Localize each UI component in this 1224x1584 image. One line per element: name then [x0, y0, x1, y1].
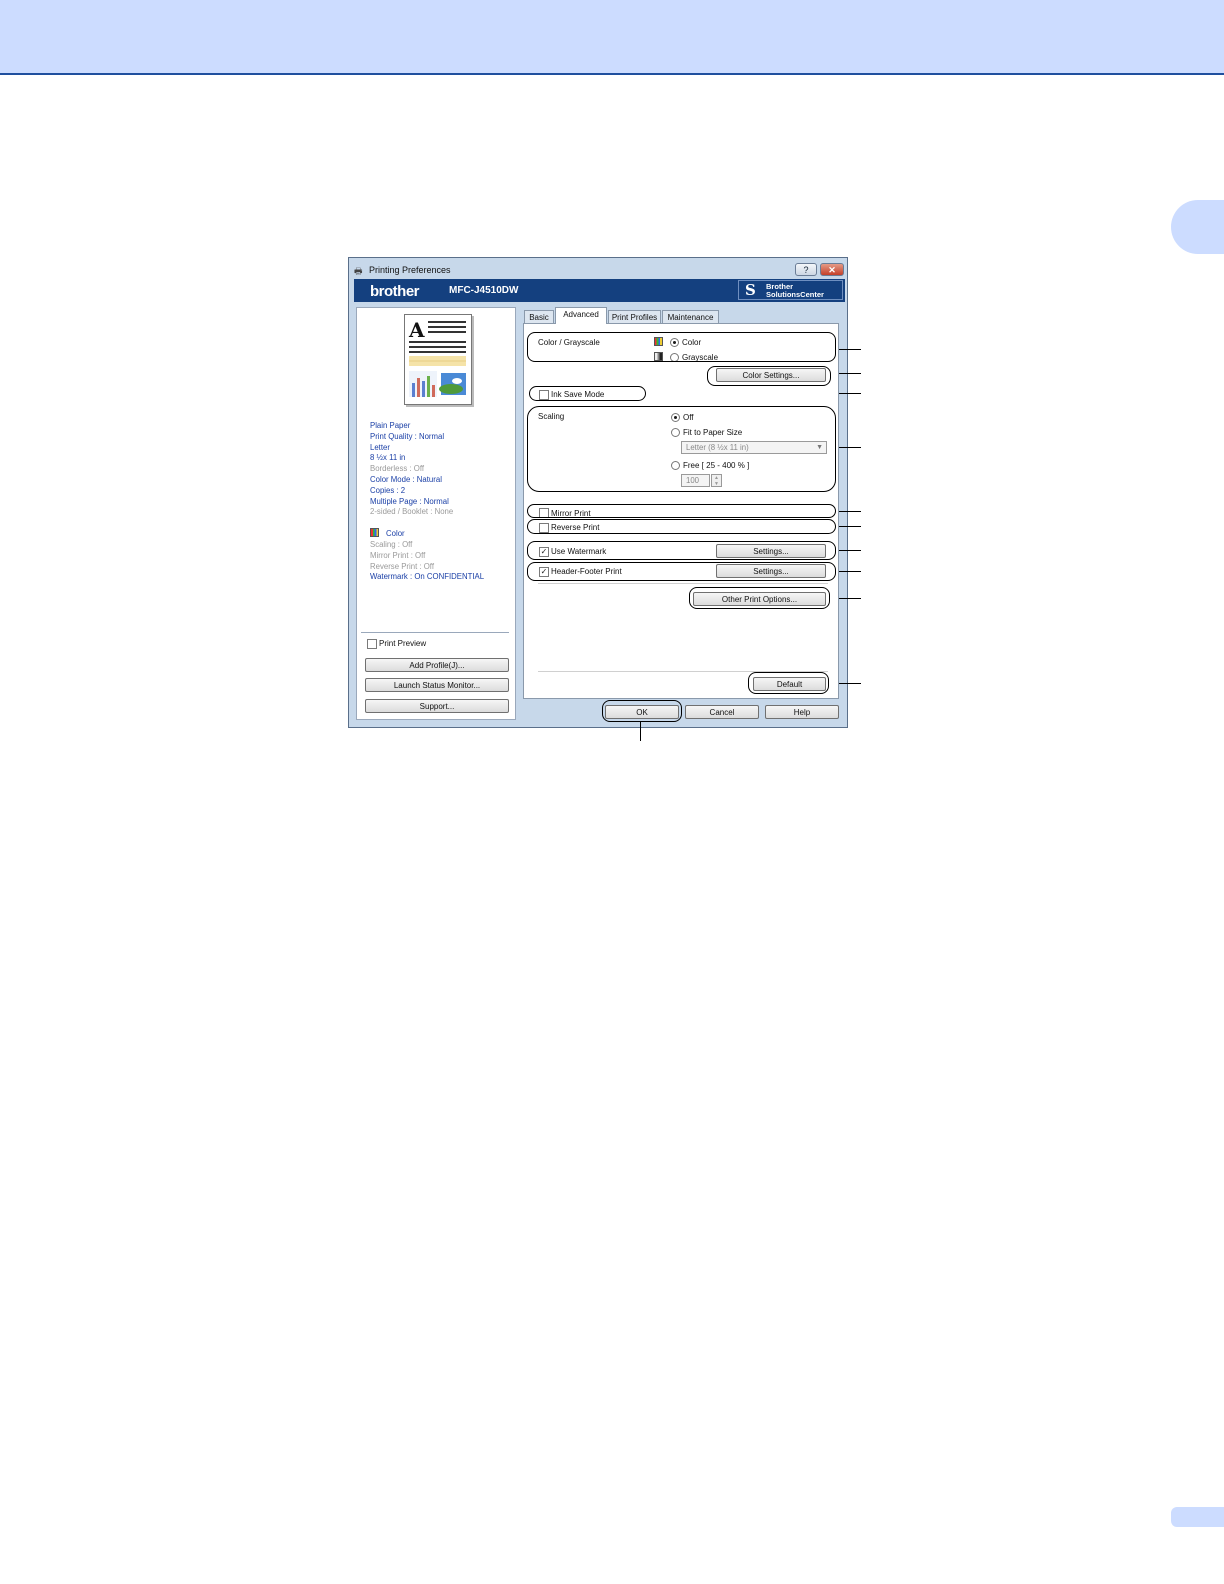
summary-line: 2-sided / Booklet : None: [370, 507, 454, 517]
left-pane-divider: [361, 632, 509, 633]
summary-line: Plain Paper: [370, 421, 411, 430]
svg-text:A: A: [408, 318, 425, 342]
fit-to-paper-label: Fit to Paper Size: [683, 428, 743, 437]
cancel-button[interactable]: Cancel: [685, 705, 759, 719]
help-title-button[interactable]: ?: [795, 263, 817, 276]
chevron-down-icon: ▼: [816, 444, 823, 451]
grayscale-radio[interactable]: [670, 353, 679, 362]
page-header-band: [0, 0, 1224, 75]
callout-line-5: [836, 511, 861, 512]
ok-button[interactable]: OK: [605, 705, 679, 719]
default-button[interactable]: Default: [753, 677, 826, 691]
callout-line-ok: [640, 722, 641, 741]
print-preview-label: Print Preview: [379, 639, 427, 648]
fit-to-paper-radio[interactable]: [671, 428, 680, 437]
solutions-center-icon: S: [745, 281, 756, 299]
brother-logo: brother: [370, 283, 420, 300]
free-scaling-input[interactable]: 100: [681, 474, 710, 487]
free-scaling-value: 100: [686, 476, 700, 485]
summary-line: Letter: [370, 442, 390, 452]
header-footer-settings-button[interactable]: Settings...: [716, 564, 826, 578]
callout-line-6: [836, 526, 861, 527]
header-footer-label: Header-Footer Print: [551, 567, 622, 576]
free-scaling-label: Free [ 25 - 400 % ]: [683, 461, 750, 470]
summary-color-label: Color: [386, 529, 405, 538]
color-radio[interactable]: [670, 338, 679, 347]
header-footer-checkbox[interactable]: ✓: [539, 567, 549, 577]
model-name: MFC-J4510DW: [449, 285, 519, 296]
grayscale-icon: [654, 352, 663, 361]
bottom-divider: [538, 671, 828, 672]
color-icon: [654, 337, 663, 346]
page-preview-thumbnail: A: [404, 314, 472, 405]
summary-line: Scaling : Off: [370, 540, 413, 549]
paper-size-dropdown[interactable]: Letter (8 ½x 11 in) ▼: [681, 441, 827, 454]
use-watermark-checkbox[interactable]: ✓: [539, 547, 549, 557]
tab-maintenance[interactable]: Maintenance: [662, 310, 719, 323]
tab-basic[interactable]: Basic: [524, 310, 554, 323]
brother-banner: brother MFC-J4510DW S Brother SolutionsC…: [354, 279, 845, 302]
grayscale-option-label: Grayscale: [682, 353, 719, 362]
support-button[interactable]: Support...: [365, 699, 509, 713]
reverse-print-label: Reverse Print: [551, 523, 600, 532]
mirror-print-label: Mirror Print: [551, 509, 591, 518]
scaling-label: Scaling: [538, 412, 565, 421]
add-profile-button[interactable]: Add Profile(J)...: [365, 658, 509, 672]
scaling-off-label: Off: [683, 413, 694, 422]
launch-status-monitor-button[interactable]: Launch Status Monitor...: [365, 678, 509, 692]
summary-line: Borderless : Off: [370, 464, 425, 474]
tab-advanced[interactable]: Advanced: [555, 307, 607, 324]
watermark-settings-button[interactable]: Settings...: [716, 544, 826, 558]
summary-line: Copies : 2: [370, 485, 406, 495]
use-watermark-label: Use Watermark: [551, 547, 607, 556]
help-button[interactable]: Help: [765, 705, 839, 719]
printing-preferences-dialog: 🖶 Printing Preferences ? ✕ brother MFC-J…: [348, 257, 848, 728]
callout-line-4: [836, 447, 861, 448]
page-number-tab: [1171, 1507, 1224, 1527]
paper-size-value: Letter (8 ½x 11 in): [686, 443, 749, 452]
printer-icon: 🖶: [354, 266, 363, 276]
color-mode-icon: [370, 528, 379, 537]
color-option-label: Color: [682, 338, 702, 347]
ink-save-mode-checkbox[interactable]: [539, 390, 549, 400]
callout-line-8: [836, 571, 861, 572]
advanced-tab-panel: Color / Grayscale Color Grayscale Color …: [523, 323, 839, 699]
ink-save-mode-label: Ink Save Mode: [551, 390, 605, 399]
solutions-center-line2: SolutionsCenter: [766, 290, 824, 299]
summary-line: Multiple Page : Normal: [370, 496, 449, 506]
color-grayscale-label: Color / Grayscale: [538, 338, 600, 347]
summary-line: Mirror Print : Off: [370, 550, 426, 560]
section-divider: [538, 583, 828, 584]
title-bar: 🖶 Printing Preferences ? ✕: [349, 258, 847, 278]
tab-print-profiles[interactable]: Print Profiles: [608, 310, 661, 323]
summary-line: Reverse Print : Off: [370, 561, 434, 571]
summary-line: 8 ½x 11 in: [370, 453, 406, 463]
reverse-print-checkbox[interactable]: [539, 523, 549, 533]
dialog-title: Printing Preferences: [369, 265, 451, 275]
close-button[interactable]: ✕: [820, 263, 844, 276]
solutions-center-link[interactable]: S Brother SolutionsCenter: [738, 280, 843, 300]
summary-line: Print Quality : Normal: [370, 431, 445, 441]
page-preview-icon: A: [408, 318, 466, 397]
free-scaling-spinner[interactable]: ▲ ▼: [711, 474, 722, 487]
summary-line: Color Mode : Natural: [370, 475, 442, 484]
other-print-options-button[interactable]: Other Print Options...: [693, 592, 826, 606]
print-preview-checkbox[interactable]: [367, 639, 377, 649]
settings-summary-pane: A Plain Paper Print Quality : Normal Let…: [356, 307, 516, 720]
mirror-print-checkbox[interactable]: [539, 508, 549, 518]
free-scaling-radio[interactable]: [671, 461, 680, 470]
summary-line: Watermark : On CONFIDENTIAL: [370, 572, 485, 582]
callout-line-1: [836, 349, 861, 350]
callout-line-7: [836, 550, 861, 551]
color-settings-button[interactable]: Color Settings...: [716, 368, 826, 382]
chapter-tab: [1171, 200, 1224, 254]
scaling-off-radio[interactable]: [671, 413, 680, 422]
